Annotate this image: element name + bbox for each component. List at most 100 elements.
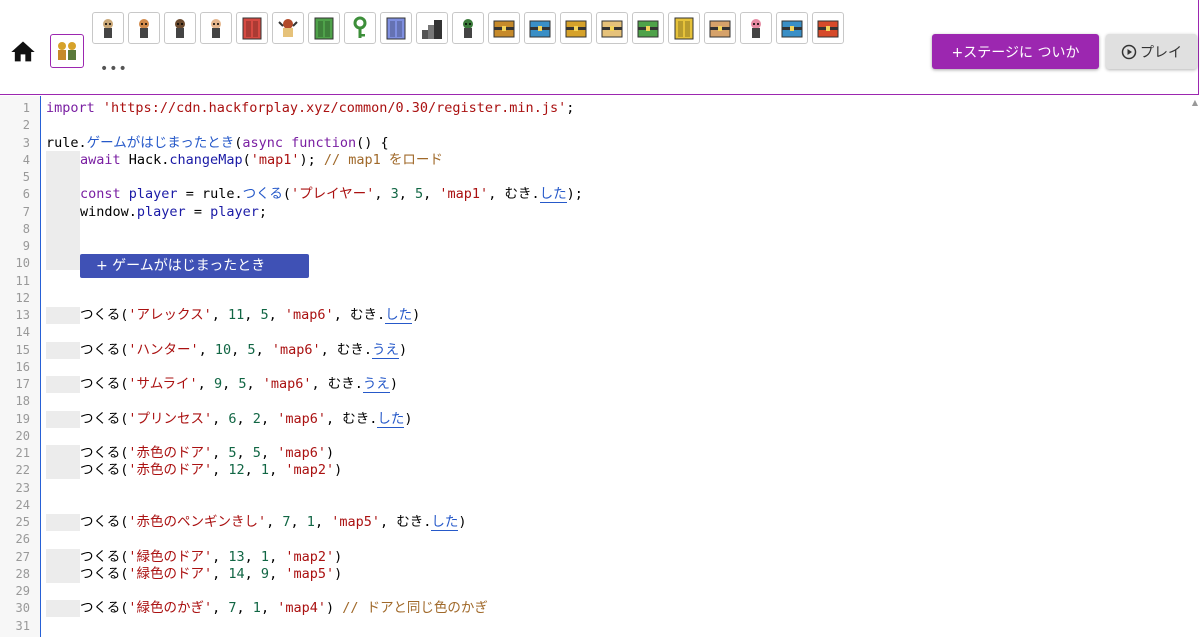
line-number: 15 bbox=[15, 342, 30, 357]
code-token: window. bbox=[80, 203, 137, 220]
code-token: , bbox=[244, 307, 261, 323]
code-token: = bbox=[185, 203, 211, 220]
chest-icon bbox=[709, 20, 731, 38]
code-token: 'ハンター' bbox=[128, 341, 199, 358]
asset-person-4[interactable] bbox=[200, 12, 232, 44]
asset-stairs[interactable] bbox=[416, 12, 448, 44]
code-token: 7 bbox=[228, 600, 237, 617]
code-line[interactable]: つくる('赤色のペンギンきし', 7, 1, 'map5', むき.した) bbox=[80, 514, 467, 531]
asset-blue-door[interactable] bbox=[380, 12, 412, 44]
scroll-up-arrow-icon[interactable]: ▲ bbox=[1192, 98, 1198, 107]
asset-goblin[interactable] bbox=[452, 12, 484, 44]
indent-guide bbox=[46, 445, 80, 462]
code-token: つくる( bbox=[80, 341, 129, 358]
line-number: 17 bbox=[15, 377, 30, 391]
code-line[interactable]: つくる('緑色のドア', 14, 9, 'map5') bbox=[80, 566, 342, 583]
asset-chest-1[interactable] bbox=[488, 12, 520, 44]
line-number: 4 bbox=[22, 152, 30, 167]
door-icon bbox=[314, 17, 334, 40]
code-token: ) bbox=[389, 376, 399, 392]
line-number: 23 bbox=[15, 480, 30, 495]
code-token: 5 bbox=[252, 445, 261, 461]
code-token: , むき. bbox=[488, 186, 540, 203]
indent-guide bbox=[46, 565, 80, 583]
asset-green-key[interactable] bbox=[344, 12, 376, 44]
asset-person-1[interactable] bbox=[92, 12, 124, 44]
code-token: , むき. bbox=[320, 341, 372, 358]
line-number: 1 bbox=[22, 101, 30, 115]
code-token: async bbox=[242, 134, 283, 151]
indent-guide bbox=[46, 600, 80, 618]
asset-chest-8[interactable] bbox=[812, 12, 844, 44]
code-line[interactable]: つくる('アレックス', 11, 5, 'map6', むき.した) bbox=[80, 307, 420, 324]
code-line[interactable]: window.player = player; bbox=[80, 204, 267, 221]
code-line[interactable]: const player = rule.つくる('プレイヤー', 3, 5, '… bbox=[80, 186, 583, 204]
asset-chest-7[interactable] bbox=[776, 12, 808, 44]
asset-penguin-knight[interactable] bbox=[272, 12, 304, 44]
code-token: ) bbox=[458, 514, 467, 530]
asset-red-door[interactable] bbox=[236, 12, 268, 44]
code-token: つくる bbox=[242, 186, 283, 203]
asset-chest-4[interactable] bbox=[596, 12, 628, 44]
asset-person-3[interactable] bbox=[164, 12, 196, 44]
code-token: , bbox=[212, 410, 229, 427]
code-token: 3 bbox=[390, 186, 399, 203]
asset-chest-3[interactable] bbox=[560, 12, 592, 44]
asset-chest-6[interactable] bbox=[704, 12, 736, 44]
code-token: ( bbox=[282, 186, 291, 203]
code-line[interactable]: つくる('緑色のドア', 13, 1, 'map2') bbox=[80, 549, 342, 566]
asset-person-2[interactable] bbox=[128, 12, 160, 44]
snippet-game-start-button[interactable]: + ゲームがはじまったとき bbox=[80, 254, 309, 278]
code-token: つくる( bbox=[80, 462, 129, 479]
code-line[interactable]: つくる('ハンター', 10, 5, 'map6', むき.うえ) bbox=[80, 341, 407, 359]
add-to-stage-button[interactable]: +ステージに ついか bbox=[932, 34, 1099, 69]
code-token: 9 bbox=[260, 565, 270, 582]
code-line[interactable]: つくる('プリンセス', 6, 2, 'map6', むき.した) bbox=[80, 410, 413, 428]
code-token: 2 bbox=[252, 410, 261, 427]
code-line[interactable]: import 'https://cdn.hackforplay.xyz/comm… bbox=[46, 100, 574, 117]
code-line[interactable]: つくる('緑色のかぎ', 7, 1, 'map4') // ドアと同じ色のかぎ bbox=[80, 600, 488, 617]
code-token: , bbox=[244, 462, 261, 479]
asset-chest-2[interactable] bbox=[524, 12, 556, 44]
asset-chest-5[interactable] bbox=[632, 12, 664, 44]
code-line[interactable]: await Hack.changeMap('map1'); // map1 をロ… bbox=[80, 152, 443, 169]
code-token: 12 bbox=[228, 462, 245, 479]
indent-guide bbox=[46, 307, 80, 324]
key-icon bbox=[353, 16, 367, 38]
code-token: ; bbox=[566, 100, 575, 116]
person-icon bbox=[175, 19, 185, 38]
code-token: 6 bbox=[228, 410, 237, 427]
code-token: , むき. bbox=[333, 307, 386, 323]
chest-icon bbox=[565, 20, 587, 38]
code-token: 5 bbox=[260, 307, 269, 323]
code-editor[interactable]: 1 2 3 4 5 6 7 8 9 10 11 12 13 14 15 16 17 18 19 20 21 22 23 24 2… bbox=[0, 96, 1200, 637]
line-number: 9 bbox=[22, 239, 30, 253]
code-token: ); bbox=[566, 186, 583, 203]
code-line[interactable]: つくる('赤色のドア', 5, 5, 'map6') bbox=[80, 445, 334, 462]
code-token: await bbox=[80, 151, 121, 168]
asset-princess[interactable] bbox=[740, 12, 772, 44]
play-circle-icon bbox=[1121, 44, 1137, 59]
code-token: 'map5' bbox=[331, 514, 380, 530]
code-line[interactable]: つくる('赤色のドア', 12, 1, 'map2') bbox=[80, 462, 342, 479]
asset-green-door[interactable] bbox=[308, 12, 340, 44]
line-number: 7 bbox=[22, 204, 30, 219]
code-token: つくる( bbox=[80, 410, 129, 427]
code-token: , bbox=[222, 376, 239, 392]
code-token: つくる( bbox=[80, 514, 129, 530]
code-token: 1 bbox=[252, 600, 261, 617]
home-button[interactable] bbox=[9, 38, 37, 66]
more-assets-button[interactable]: ••• bbox=[100, 61, 128, 77]
code-line[interactable]: つくる('サムライ', 9, 5, 'map6', むき.うえ) bbox=[80, 376, 398, 393]
code-token: rule. bbox=[46, 134, 87, 151]
code-token: 1 bbox=[306, 514, 315, 530]
code-line[interactable]: rule.ゲームがはじまったとき(async function() { bbox=[46, 135, 389, 152]
line-number: 13 bbox=[15, 308, 30, 322]
asset-yellow-door[interactable] bbox=[668, 12, 700, 44]
code-token: , むき. bbox=[325, 410, 378, 427]
code-token: , bbox=[211, 307, 228, 323]
selected-asset[interactable] bbox=[50, 34, 84, 68]
play-button[interactable]: プレイ bbox=[1106, 34, 1197, 69]
code-token: 13 bbox=[228, 548, 245, 565]
